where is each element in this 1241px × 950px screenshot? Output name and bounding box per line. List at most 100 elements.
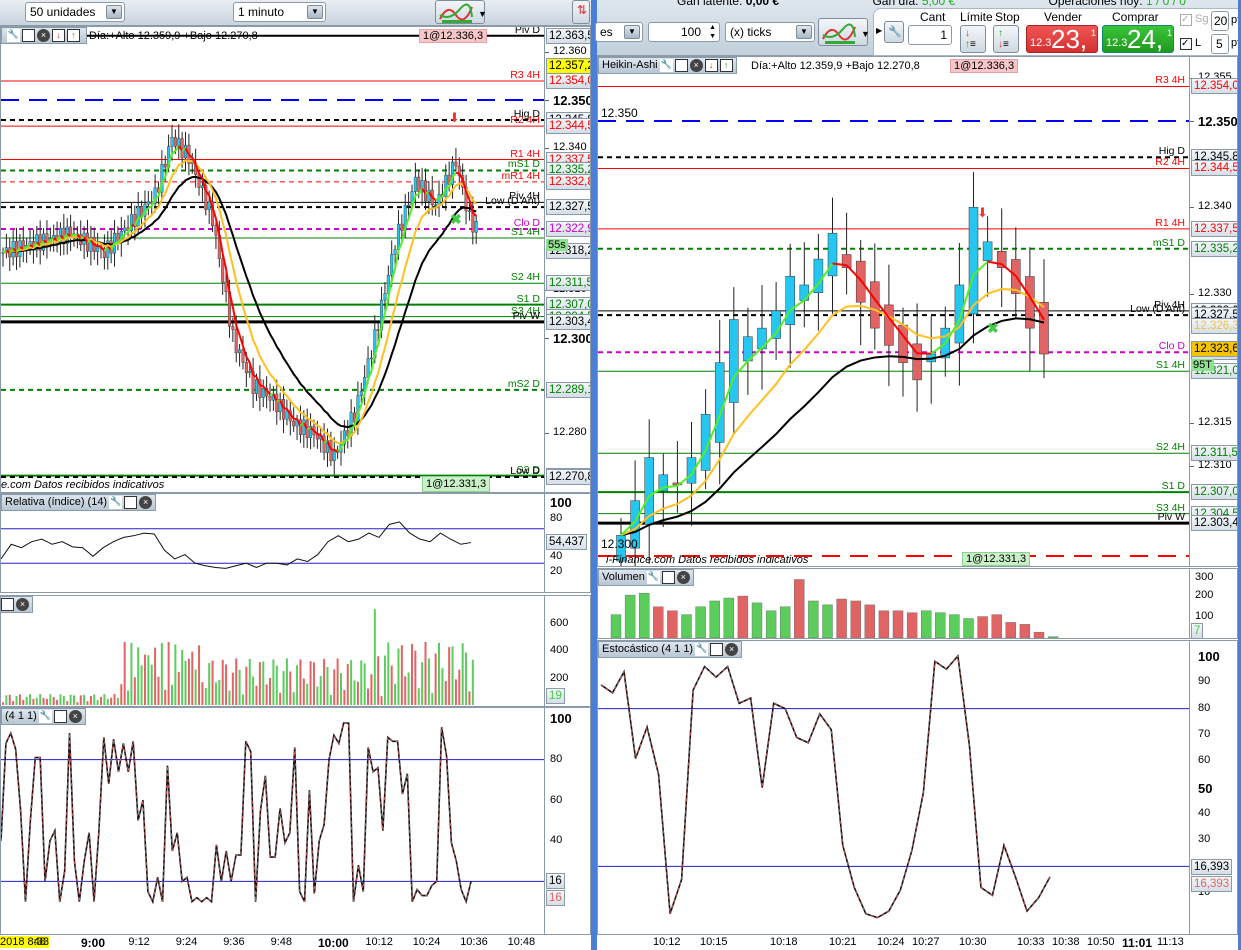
- time-tick: 10:12: [653, 936, 681, 948]
- candle-body: [52, 234, 56, 239]
- sell-button[interactable]: 12.3 23, 1: [1026, 24, 1098, 54]
- volume-bar: [69, 694, 72, 705]
- time-tick: 9:36: [223, 936, 245, 948]
- buy-button[interactable]: 12.3 24, 1: [1102, 24, 1174, 54]
- position-badge[interactable]: 1@12.331,3: [962, 552, 1031, 566]
- wrench-icon[interactable]: 🔧: [7, 28, 20, 42]
- volume-bar: [367, 688, 370, 705]
- tick-mark: [1190, 293, 1194, 295]
- volume-bar: [421, 662, 424, 705]
- units-dropdown[interactable]: 50 unidades ▼: [25, 2, 125, 22]
- l-label: L: [1195, 37, 1202, 49]
- volume-bar: [949, 614, 960, 638]
- close-icon[interactable]: ×: [16, 597, 29, 611]
- volume-bar: [127, 690, 130, 705]
- stoch-k-value: 16,393: [1191, 859, 1233, 875]
- volume-bar: [424, 642, 427, 705]
- volume-bar: [935, 612, 946, 638]
- candle-body: [369, 357, 373, 360]
- left-chart-canvas: ⬇✖: [1, 34, 544, 478]
- wrench-icon[interactable]: 🔧: [38, 709, 52, 723]
- level-price-box: 12.327,5: [546, 199, 590, 216]
- cant-input[interactable]: 1: [908, 25, 952, 45]
- volume-bar: [438, 642, 441, 705]
- maximize-icon[interactable]: [710, 642, 724, 656]
- ha-candle-body: [785, 276, 795, 325]
- close-icon[interactable]: ×: [139, 495, 153, 509]
- close-icon[interactable]: ×: [68, 709, 82, 723]
- sg-checkbox[interactable]: ✓: [1180, 14, 1192, 26]
- close-icon[interactable]: ×: [689, 58, 703, 72]
- buy-arrow-icon[interactable]: ↑: [67, 28, 80, 42]
- level-price-box: 12.311,5: [1191, 445, 1237, 462]
- l-checkbox[interactable]: ✓: [1180, 38, 1192, 50]
- order-badge[interactable]: 1@12.336,3: [419, 29, 488, 43]
- volume-bar: [624, 594, 636, 638]
- expand-arrow-icon[interactable]: ▶: [876, 26, 882, 35]
- chart-indicators-button[interactable]: ▼: [435, 0, 486, 24]
- volume-bar: [66, 701, 69, 705]
- right-volume-panel: Volumen 🔧 × 300 200 100 7: [597, 568, 1238, 639]
- swap-arrows-button[interactable]: ⇅: [572, 0, 590, 24]
- volume-bar: [201, 682, 204, 705]
- ha-candle-body: [884, 304, 894, 346]
- maximize-icon[interactable]: [661, 570, 675, 584]
- volume-bar: [1019, 624, 1031, 638]
- volume-bar: [397, 648, 400, 705]
- volume-bar: [204, 688, 207, 705]
- volume-bar: [110, 697, 113, 705]
- limit-order-button[interactable]: ↓ ↑≡: [960, 25, 986, 53]
- volume-bar: [187, 658, 190, 705]
- wrench-icon[interactable]: 🔧: [659, 58, 673, 72]
- volume-bar: [147, 655, 150, 705]
- maximize-icon[interactable]: [674, 58, 688, 72]
- chart-indicators-button[interactable]: ▼: [818, 18, 869, 46]
- volume-bar: [15, 696, 18, 705]
- sell-arrow-icon[interactable]: ↓: [704, 58, 718, 72]
- sg-points-input[interactable]: 20: [1211, 11, 1229, 31]
- volume-bar: [252, 676, 255, 705]
- right-price-axis: 12.355 12.350 12.340 12.330 12.315 12.310 12.3…: [1189, 57, 1237, 566]
- candle-body: [417, 176, 421, 192]
- unit-dropdown[interactable]: (x) ticks ▼: [725, 22, 815, 42]
- price-overlay-bottom: 12.300: [601, 537, 638, 551]
- rsi-value: 54,437: [546, 534, 588, 550]
- sell-arrow-icon[interactable]: ↓: [52, 28, 65, 42]
- range-dropdown[interactable]: es ▼: [595, 22, 643, 42]
- order-settings-button[interactable]: 🔧: [884, 21, 904, 43]
- close-icon[interactable]: ×: [676, 570, 690, 584]
- maximize-icon[interactable]: [53, 709, 67, 723]
- l-points-input[interactable]: 5: [1211, 34, 1229, 54]
- volume-bar: [350, 660, 353, 705]
- tick: 60: [550, 794, 563, 806]
- wrench-icon[interactable]: 🔧: [646, 570, 660, 584]
- time-tick: 10:12: [365, 936, 393, 948]
- volume-bar: [238, 669, 241, 705]
- close-icon[interactable]: ×: [37, 28, 50, 42]
- wrench-icon[interactable]: 🔧: [109, 495, 123, 509]
- stoch-d-line: [1, 722, 472, 904]
- close-icon[interactable]: ×: [725, 642, 739, 656]
- maximize-icon[interactable]: [1, 597, 14, 611]
- volume-bar: [289, 671, 292, 705]
- volume-bar: [407, 672, 410, 705]
- maximize-icon[interactable]: [22, 28, 35, 42]
- interval-dropdown[interactable]: 1 minuto ▼: [233, 2, 326, 22]
- stepper-arrows-icon[interactable]: ▲ ▼: [709, 23, 716, 41]
- order-badge[interactable]: 1@12.336,3: [950, 59, 1019, 73]
- wrench-icon[interactable]: 🔧: [695, 642, 709, 656]
- fast-ma-segment: [97, 244, 102, 248]
- right-toolbar: Gan latente: 0,00 € Gan día: 5,00 € Oper…: [595, 0, 1241, 56]
- candle-body: [224, 281, 228, 292]
- maximize-icon[interactable]: [124, 495, 138, 509]
- volume-bar: [779, 606, 791, 638]
- stop-order-button[interactable]: ↑ ↓≡: [993, 25, 1019, 53]
- candle-body: [390, 254, 394, 276]
- quantity-stepper[interactable]: 100 ▲ ▼: [648, 22, 720, 42]
- level-label: S1 4H: [1155, 359, 1185, 372]
- buy-arrow-icon[interactable]: ↑: [719, 58, 733, 72]
- tick: 600: [550, 617, 569, 629]
- volume-bar: [35, 697, 38, 705]
- position-badge[interactable]: 1@12.331,3: [422, 476, 491, 492]
- stoch-tick: 50: [1198, 780, 1213, 796]
